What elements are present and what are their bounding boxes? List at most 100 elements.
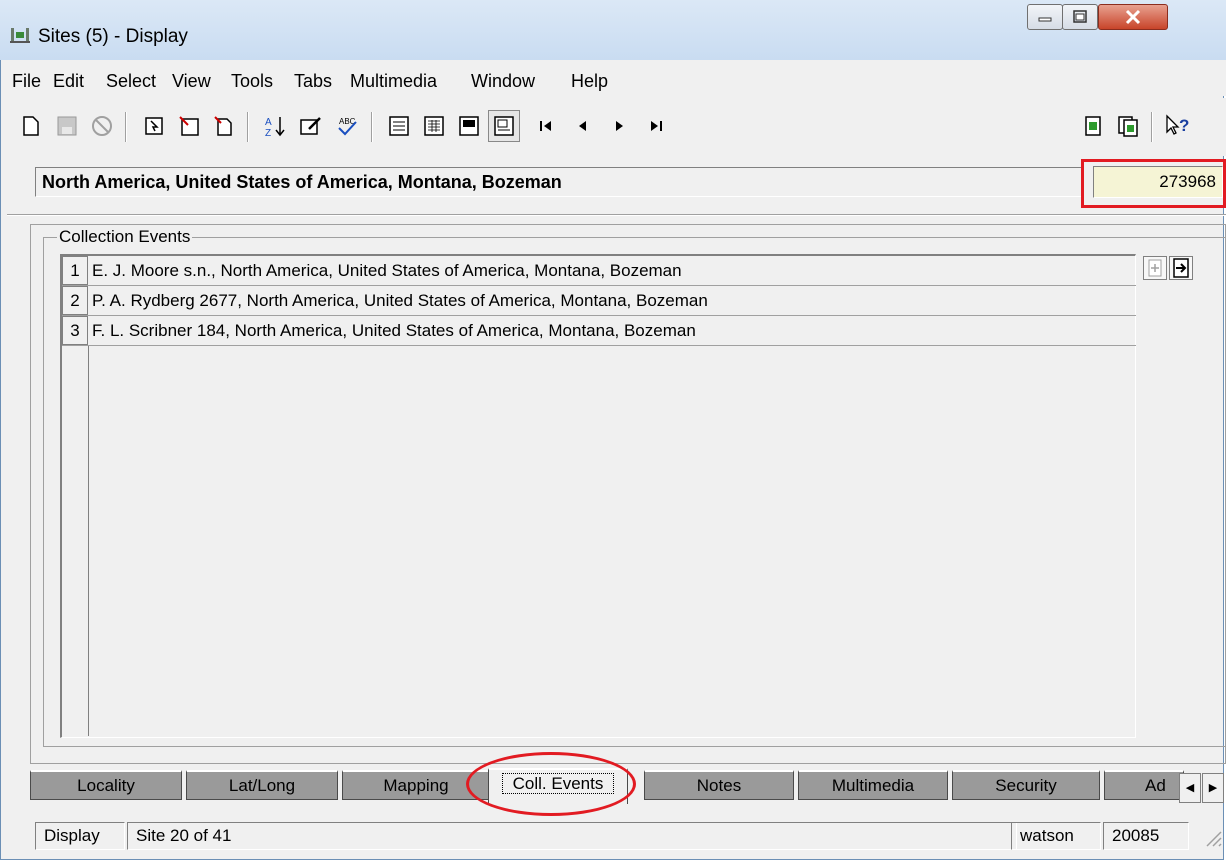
tab-notes[interactable]: Notes (644, 770, 794, 800)
status-user: watson (1011, 822, 1101, 850)
table-row[interactable]: 1 E. J. Moore s.n., North America, Unite… (62, 256, 1136, 286)
svg-text:Z: Z (265, 128, 271, 138)
maximize-button[interactable] (1062, 4, 1098, 30)
tab-security[interactable]: Security (952, 770, 1100, 800)
add-document-icon (1148, 259, 1162, 277)
details-view-button[interactable] (383, 110, 415, 142)
row-text[interactable]: F. L. Scribner 184, North America, Unite… (92, 316, 696, 345)
copy-document-icon (1118, 116, 1138, 137)
tab-locality[interactable]: Locality (30, 770, 182, 800)
menu-edit[interactable]: Edit (53, 71, 84, 92)
spellcheck-button[interactable]: ABC (331, 110, 363, 142)
arrow-right-icon: ▶ (1208, 782, 1218, 794)
record-delete-icon (179, 116, 199, 136)
close-icon (1125, 9, 1141, 25)
close-button[interactable] (1098, 4, 1168, 30)
menu-multimedia[interactable]: Multimedia (350, 71, 437, 92)
image-view-icon (494, 116, 514, 136)
toolbar-separator (371, 112, 373, 142)
divider (7, 214, 1226, 216)
record-button-3[interactable] (208, 110, 240, 142)
record-icon (145, 117, 163, 135)
first-record-button[interactable] (531, 110, 563, 142)
context-help-button[interactable]: ? (1163, 110, 1195, 142)
tab-ad[interactable]: Ad (1104, 770, 1184, 800)
sort-button[interactable]: AZ (259, 110, 291, 142)
minimize-button[interactable] (1027, 4, 1063, 30)
cancel-button[interactable] (86, 110, 118, 142)
menu-window[interactable]: Window (471, 71, 535, 92)
record-button-2[interactable] (173, 110, 205, 142)
first-record-icon (540, 121, 551, 131)
restore-icon (1073, 10, 1087, 23)
sort-az-icon: AZ (265, 117, 285, 138)
page-view-button[interactable] (453, 110, 485, 142)
table-row[interactable]: 2 P. A. Rydberg 2677, North America, Uni… (62, 286, 1136, 316)
title-bar: Sites (5) - Display (0, 0, 1226, 60)
row-text[interactable]: P. A. Rydberg 2677, North America, Unite… (92, 286, 708, 315)
attach-button[interactable] (1077, 110, 1109, 142)
image-view-button[interactable] (488, 110, 520, 142)
status-bar: Display Site 20 of 41 watson 20085 (7, 818, 1226, 854)
tab-label: Ad (1145, 776, 1166, 795)
app-icon (10, 28, 30, 43)
page-view-icon (459, 116, 479, 136)
menu-view[interactable]: View (172, 71, 211, 92)
tab-label: Multimedia (831, 776, 915, 795)
edit-button[interactable] (295, 110, 327, 142)
open-link-icon (1173, 258, 1189, 278)
svg-text:A: A (265, 117, 272, 128)
row-number: 2 (62, 286, 88, 315)
save-button[interactable] (51, 110, 83, 142)
attach-document-icon (1085, 116, 1101, 136)
previous-record-button[interactable] (567, 110, 599, 142)
minimize-icon (1038, 17, 1052, 22)
next-record-icon (616, 121, 623, 131)
cancel-icon (92, 116, 112, 136)
open-link-button[interactable] (1169, 256, 1193, 280)
svg-text:?: ? (1179, 116, 1189, 135)
tab-label: Mapping (383, 776, 449, 795)
tab-lat-long[interactable]: Lat/Long (186, 770, 338, 800)
details-view-icon (389, 116, 409, 136)
toolbar: AZ ABC ? (7, 98, 1226, 156)
row-text[interactable]: E. J. Moore s.n., North America, United … (92, 256, 682, 285)
resize-grip-icon[interactable] (1203, 828, 1223, 850)
help-pointer-icon: ? (1166, 114, 1189, 135)
record-button-1[interactable] (138, 110, 170, 142)
menu-bar: File Edit Select View Tools Tabs Multime… (7, 60, 1226, 96)
row-number: 1 (62, 256, 88, 285)
menu-tools[interactable]: Tools (231, 71, 273, 92)
collection-events-label: Collection Events (57, 227, 193, 247)
toolbar-separator (125, 112, 127, 142)
spellcheck-icon: ABC (338, 117, 357, 136)
tab-label: Security (995, 776, 1057, 795)
record-summary: North America, United States of America,… (35, 167, 1083, 197)
tab-multimedia[interactable]: Multimedia (798, 770, 948, 800)
detach-button[interactable] (1112, 110, 1144, 142)
tab-scroll-left-button[interactable]: ◀ (1179, 773, 1201, 803)
previous-record-icon (579, 121, 586, 131)
menu-file[interactable]: File (12, 71, 41, 92)
status-position: Site 20 of 41 (127, 822, 1017, 850)
tab-label: Notes (696, 776, 742, 795)
window-title: Sites (5) - Display (38, 26, 188, 47)
collection-events-grid[interactable]: 1 E. J. Moore s.n., North America, Unite… (60, 254, 1136, 738)
edit-pencil-icon (300, 117, 321, 135)
last-record-button[interactable] (639, 110, 671, 142)
list-view-button[interactable] (418, 110, 450, 142)
row-number-gutter (62, 346, 89, 736)
menu-tabs[interactable]: Tabs (294, 71, 332, 92)
add-row-button[interactable] (1143, 256, 1167, 280)
menu-help[interactable]: Help (571, 71, 608, 92)
tab-scroll-right-button[interactable]: ▶ (1202, 773, 1224, 803)
menu-select[interactable]: Select (106, 71, 156, 92)
table-row[interactable]: 3 F. L. Scribner 184, North America, Uni… (62, 316, 1136, 346)
next-record-button[interactable] (603, 110, 635, 142)
toolbar-separator (247, 112, 249, 142)
toolbar-separator (1151, 112, 1153, 142)
new-record-button[interactable] (15, 110, 47, 142)
new-document-icon (23, 116, 39, 136)
last-record-icon (651, 121, 662, 131)
list-view-icon (424, 116, 444, 136)
